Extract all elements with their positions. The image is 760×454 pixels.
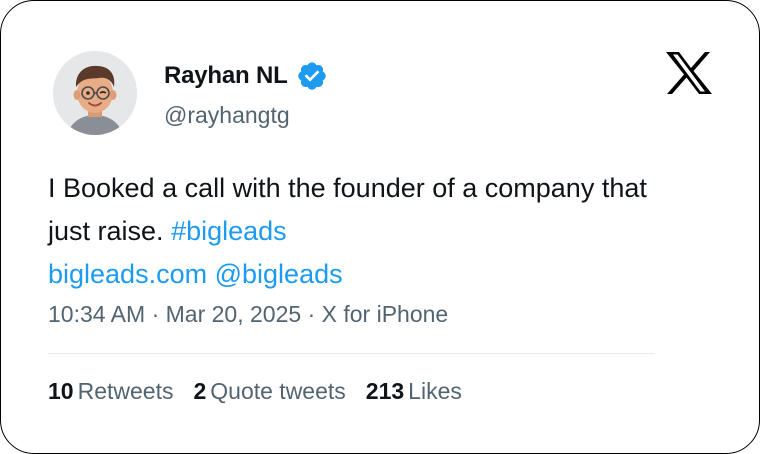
stat-count: 10 <box>48 378 74 404</box>
tweet-source[interactable]: X for iPhone <box>322 301 449 327</box>
hashtag-link[interactable]: #bigleads <box>171 216 287 246</box>
stat-count: 2 <box>193 378 207 404</box>
stat-label: Quote tweets <box>210 378 346 404</box>
stat-count: 213 <box>365 378 405 404</box>
tweet-text: I Booked a call with the founder of a co… <box>48 167 668 296</box>
x-logo-glyph <box>666 52 712 94</box>
tweet-body: I Booked a call with the founder of a co… <box>48 173 647 246</box>
author-name-row: Rayhan NL <box>164 59 328 93</box>
tweet-time[interactable]: 10:34 AM <box>48 301 145 327</box>
display-name[interactable]: Rayhan NL <box>164 62 288 90</box>
x-logo-icon[interactable] <box>664 51 714 95</box>
author-handle[interactable]: @rayhangtg <box>164 102 290 129</box>
stat-label: Likes <box>408 378 462 404</box>
meta-separator: · <box>151 301 160 327</box>
avatar[interactable] <box>53 51 137 135</box>
stat-label: Retweets <box>77 378 174 404</box>
tweet-date[interactable]: Mar 20, 2025 <box>166 301 302 327</box>
tweet-meta: 10:34 AM · Mar 20, 2025 · X for iPhone <box>48 301 448 328</box>
memoji-avatar-icon <box>53 51 137 135</box>
meta-separator: · <box>307 301 316 327</box>
stat-retweets[interactable]: 10 Retweets <box>48 378 173 405</box>
url-link[interactable]: bigleads.com <box>48 259 207 289</box>
mention-link[interactable]: @bigleads <box>215 259 343 289</box>
divider <box>48 353 655 354</box>
stat-likes[interactable]: 213 Likes <box>366 378 462 405</box>
verified-badge-icon <box>297 62 326 90</box>
tweet-stats: 10 Retweets 2 Quote tweets 213 Likes <box>48 378 482 405</box>
stat-quote-tweets[interactable]: 2 Quote tweets <box>193 378 345 405</box>
tweet-card: Rayhan NL @rayhangtg I Booked a call wit… <box>0 0 760 454</box>
